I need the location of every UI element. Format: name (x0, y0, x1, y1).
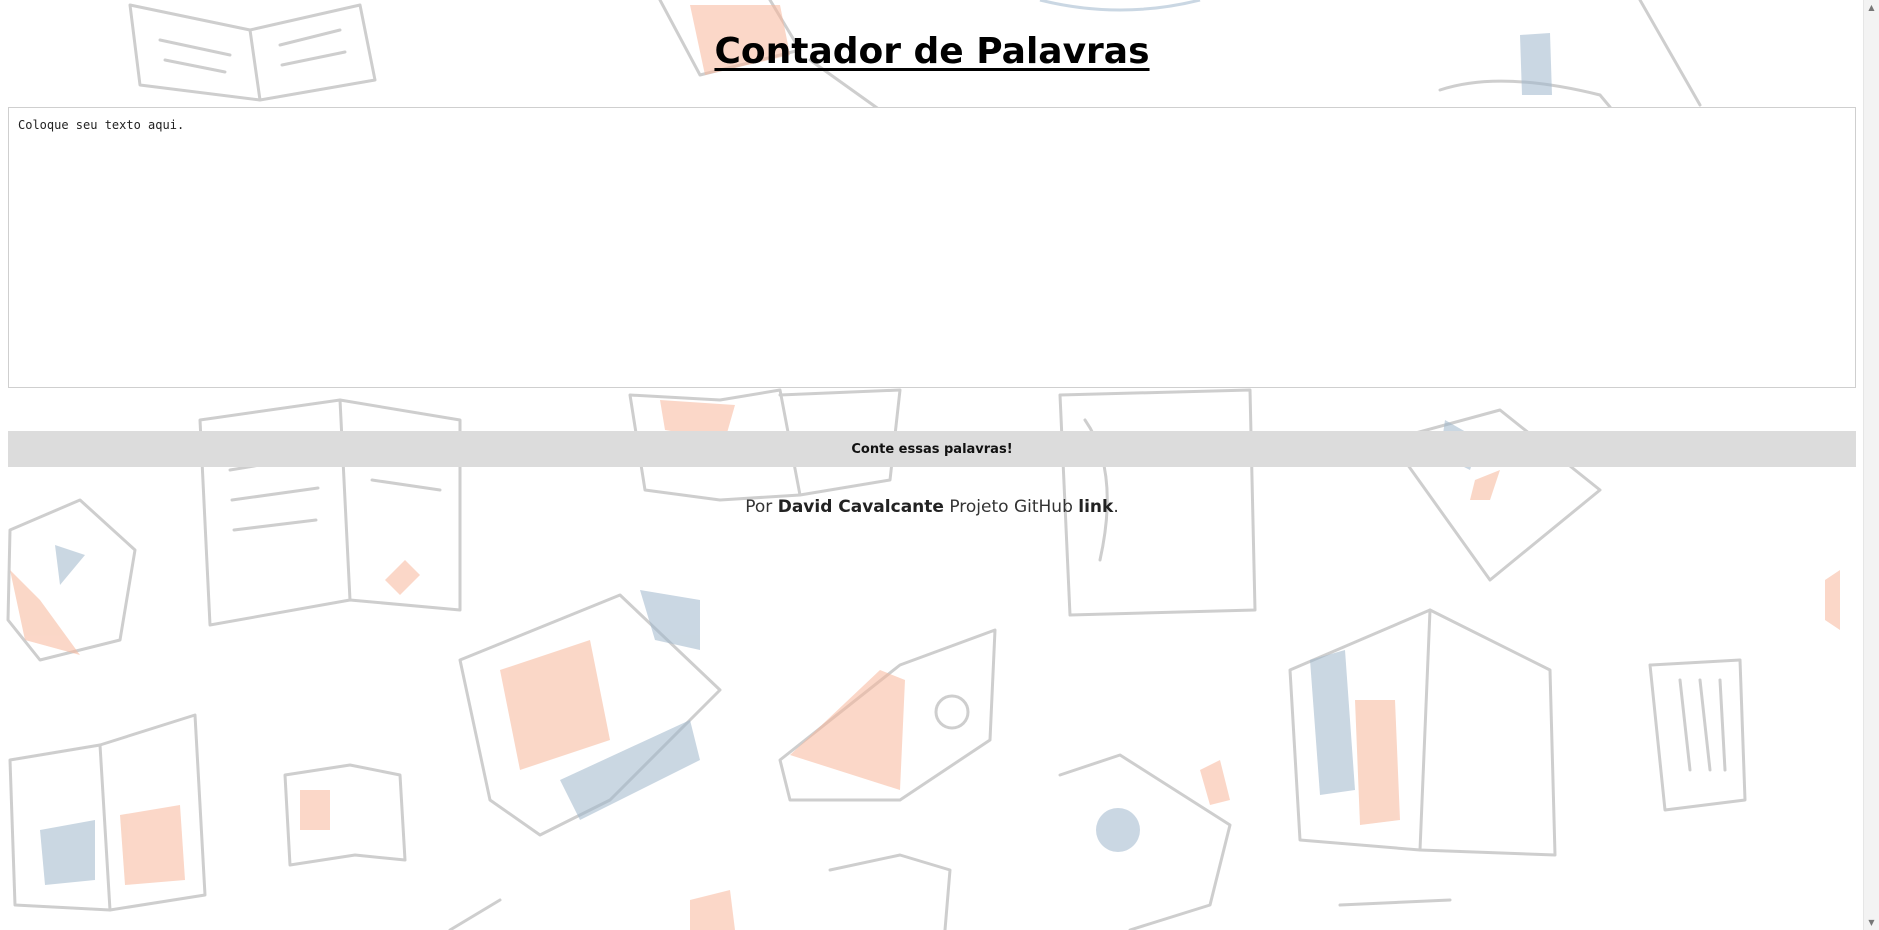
page-title: Contador de Palavras (714, 31, 1150, 72)
main-content: Contador de Palavras Conte essas palavra… (0, 0, 1856, 930)
author-name: David Cavalcante (777, 497, 944, 517)
footer-prefix: Por (745, 497, 778, 517)
footer-middle: Projeto GitHub (943, 497, 1079, 517)
count-words-button[interactable]: Conte essas palavras! (8, 431, 1856, 467)
github-link[interactable]: link (1078, 497, 1113, 517)
text-input[interactable] (8, 107, 1856, 388)
scroll-down-arrow-icon[interactable]: ▼ (1864, 915, 1879, 930)
footer-suffix: . (1113, 497, 1119, 517)
vertical-scrollbar[interactable]: ▲ ▼ (1863, 0, 1879, 930)
scroll-up-arrow-icon[interactable]: ▲ (1864, 0, 1879, 15)
footer-credits: Por David Cavalcante Projeto GitHub link… (0, 495, 1864, 519)
page: Contador de Palavras Conte essas palavra… (0, 0, 1879, 930)
